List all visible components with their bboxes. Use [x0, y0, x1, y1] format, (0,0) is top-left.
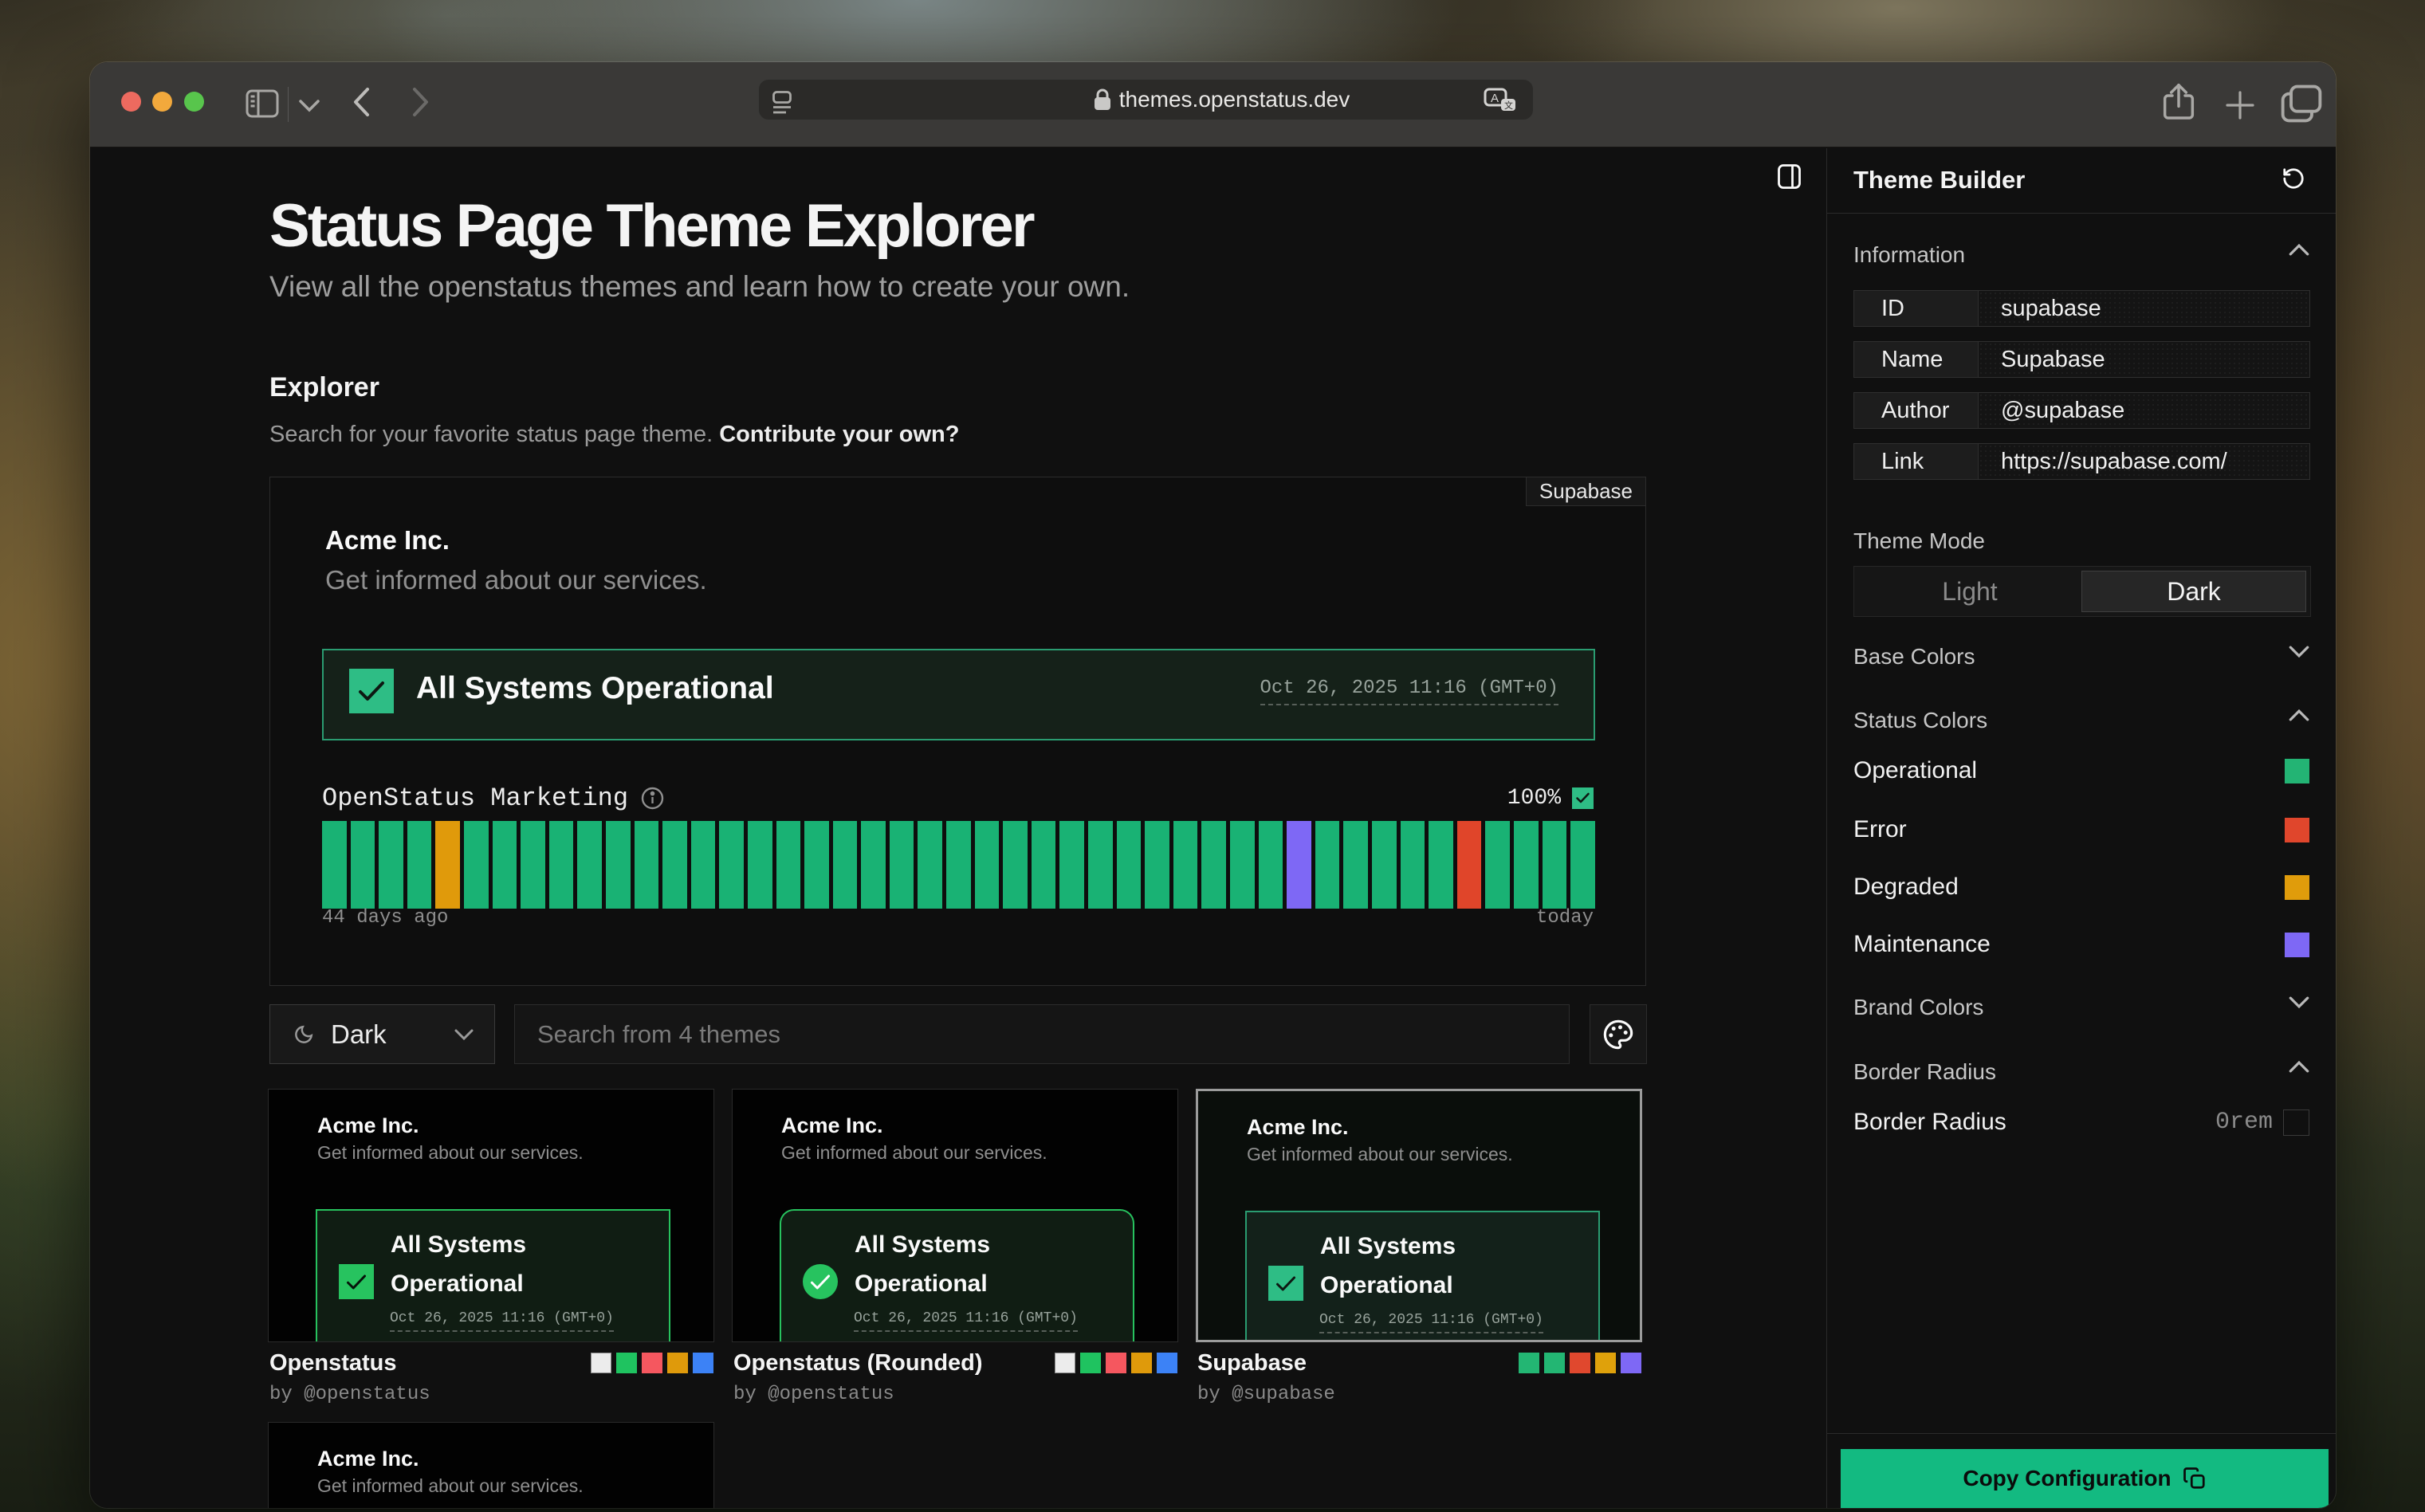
svg-text:文: 文 — [1504, 100, 1513, 111]
svg-text:A: A — [1491, 92, 1499, 105]
